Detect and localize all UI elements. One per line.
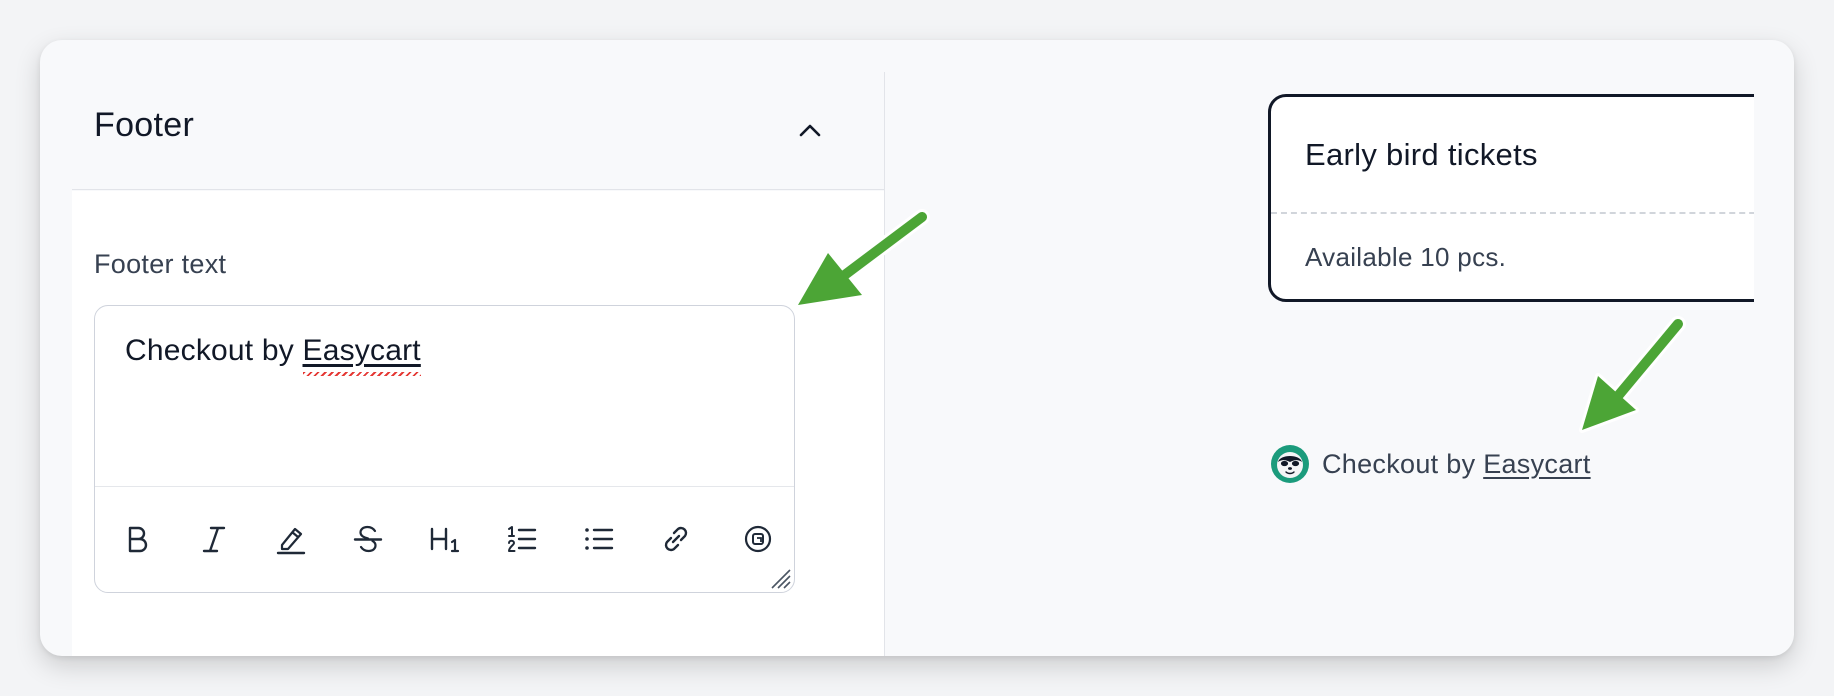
- footer-text-label: Footer text: [94, 249, 227, 279]
- ticket-preview-viewport: Early bird tickets Available 10 pcs.: [1268, 80, 1754, 320]
- embed-button[interactable]: [738, 519, 778, 559]
- footer-settings-panel: Footer Footer text Checkout by Easycart: [72, 72, 885, 656]
- highlight-button[interactable]: [271, 519, 311, 559]
- footer-preview: Checkout by Easycart: [1270, 444, 1591, 484]
- italic-icon: [202, 526, 226, 553]
- chevron-up-icon[interactable]: [792, 112, 828, 148]
- bold-button[interactable]: [117, 519, 157, 559]
- ordered-list-button[interactable]: [502, 519, 542, 559]
- footer-section-header[interactable]: Footer: [72, 72, 884, 190]
- editor-content[interactable]: Checkout by Easycart: [125, 334, 421, 376]
- ticket-preview-card[interactable]: Early bird tickets Available 10 pcs.: [1268, 94, 1754, 302]
- footer-text-editor[interactable]: Checkout by Easycart: [94, 305, 795, 593]
- footer-preview-prefix: Checkout by: [1322, 448, 1484, 479]
- ticket-availability: Available 10 pcs.: [1305, 242, 1507, 272]
- ticket-divider: [1271, 212, 1754, 214]
- strikethrough-button[interactable]: [348, 519, 388, 559]
- highlight-icon: [276, 527, 306, 555]
- annotation-arrow-icon: [1579, 316, 1686, 433]
- link-button[interactable]: [656, 519, 696, 559]
- annotation-arrow-icon: [795, 209, 930, 308]
- strikethrough-icon: [353, 525, 383, 553]
- bullet-list-icon: [585, 528, 614, 550]
- ordered-list-icon: [508, 526, 537, 552]
- footer-preview-link-easycart[interactable]: Easycart: [1483, 449, 1590, 479]
- footer-preview-text: Checkout by Easycart: [1322, 449, 1591, 480]
- footer-section-body: Footer text Checkout by Easycart: [72, 191, 884, 656]
- editor-link-easycart[interactable]: Easycart: [302, 334, 421, 376]
- resize-handle-icon[interactable]: [768, 566, 792, 590]
- embed-icon: [744, 525, 772, 553]
- italic-button[interactable]: [194, 519, 234, 559]
- editor-toolbar: [95, 486, 794, 592]
- bold-icon: [128, 526, 148, 553]
- heading-1-icon: [430, 527, 460, 553]
- heading-1-button[interactable]: [425, 519, 465, 559]
- link-icon: [664, 526, 688, 552]
- spellcheck-underline: [302, 372, 421, 376]
- editor-text-prefix: Checkout by: [125, 334, 303, 367]
- bullet-list-button[interactable]: [579, 519, 619, 559]
- sloth-logo-icon: [1271, 445, 1309, 483]
- settings-card: Footer Footer text Checkout by Easycart: [40, 40, 1794, 656]
- footer-section-title: Footer: [94, 106, 195, 144]
- editor-link-text: Easycart: [302, 334, 421, 367]
- ticket-title: Early bird tickets: [1305, 137, 1538, 172]
